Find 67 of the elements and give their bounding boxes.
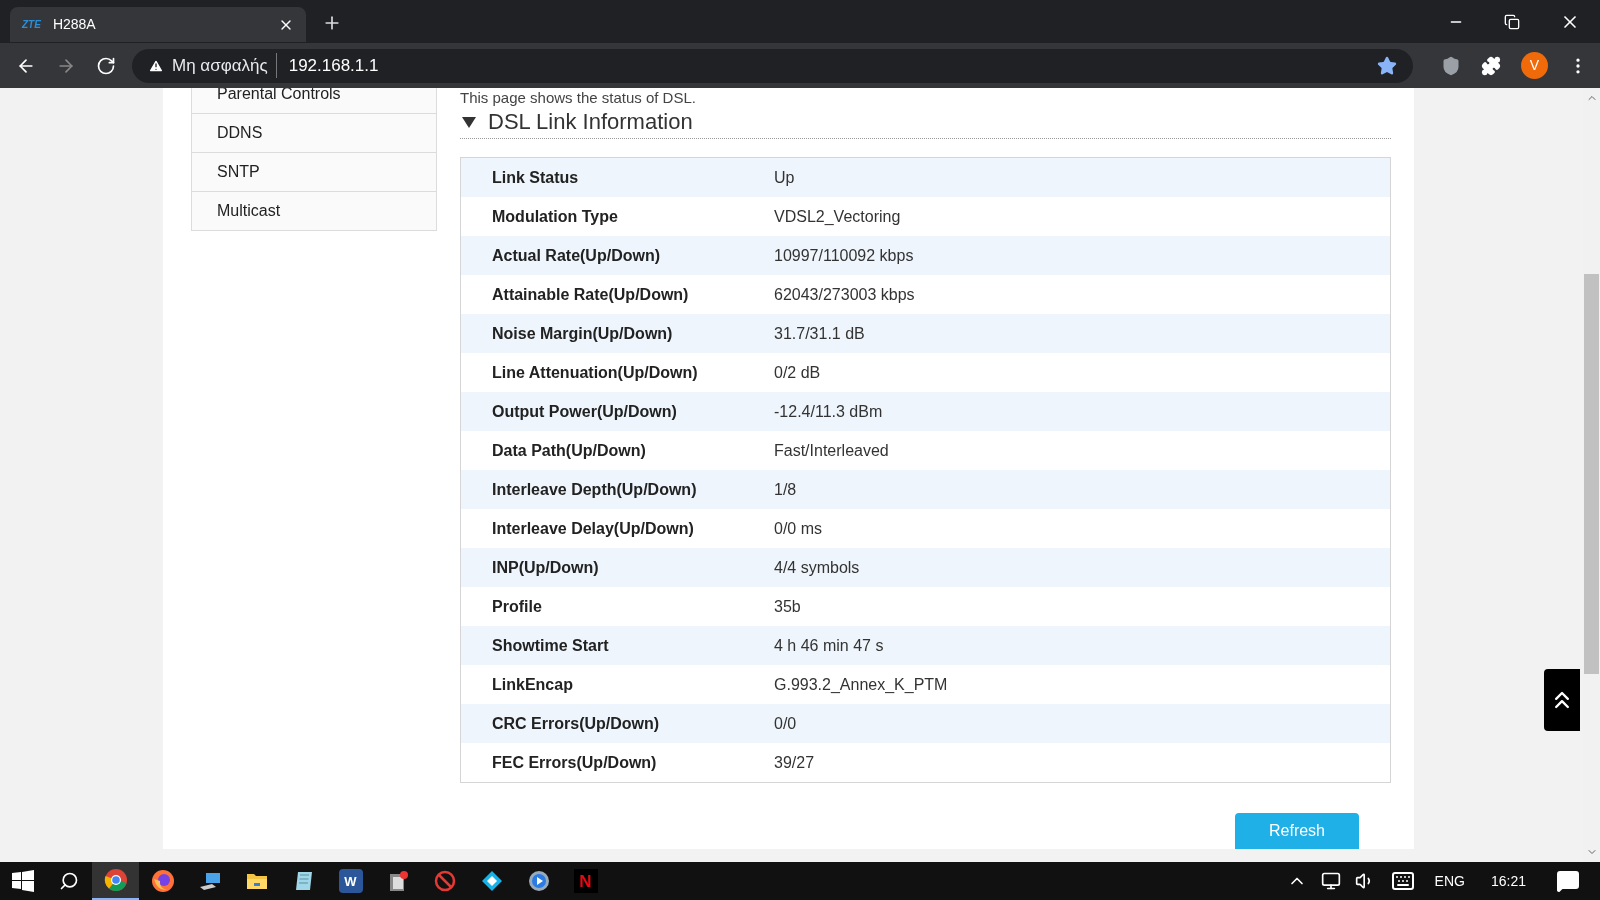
field-value: 39/27 — [774, 752, 815, 773]
field-label: Profile — [491, 596, 543, 617]
sidebar-item[interactable]: Parental Controls — [191, 88, 437, 114]
tab-favicon: ZTE — [22, 18, 41, 32]
tab-title: H288A — [52, 15, 97, 34]
address-bar[interactable]: Μη ασφαλής 192.168.1.1 — [132, 48, 1413, 83]
field-label: Output Power(Up/Down) — [491, 401, 678, 422]
field-label: Actual Rate(Up/Down) — [491, 245, 661, 266]
shield-icon[interactable] — [1441, 55, 1461, 76]
media-player-icon — [526, 869, 551, 893]
bookmark-star-icon[interactable] — [1377, 55, 1397, 76]
browser-tab[interactable]: ZTE H288A — [10, 7, 306, 42]
language-indicator[interactable]: ENG — [1434, 870, 1465, 892]
field-label: Interleave Delay(Up/Down) — [491, 518, 695, 539]
field-value: 1/8 — [774, 479, 797, 500]
security-label[interactable]: Μη ασφαλής — [172, 52, 277, 79]
field-label: Link Status — [491, 167, 580, 188]
search-icon[interactable] — [59, 871, 79, 891]
notifications-icon[interactable] — [1556, 869, 1580, 893]
field-value: -12.4/11.3 dBm — [774, 401, 883, 422]
scroll-to-top-button[interactable] — [1544, 669, 1580, 731]
field-value: 10997/110092 kbps — [774, 245, 914, 266]
field-value: G.993.2_Annex_K_PTM — [774, 674, 948, 695]
restore-icon[interactable] — [1504, 13, 1520, 30]
field-label: Noise Margin(Up/Down) — [491, 323, 674, 344]
field-value: 35b — [774, 596, 801, 617]
url-text: 192.168.1.1 — [288, 54, 380, 77]
field-value: 4/4 symbols — [774, 557, 860, 578]
section-header[interactable]: DSL Link Information — [460, 105, 1391, 139]
field-value: VDSL2_Vectoring — [774, 206, 901, 227]
field-value: Fast/Interleaved — [774, 440, 889, 461]
field-value: 62043/273003 kbps — [774, 284, 915, 305]
windows-start-icon[interactable] — [12, 870, 34, 892]
field-label: Attainable Rate(Up/Down) — [491, 284, 690, 305]
network-icon[interactable] — [1320, 871, 1341, 891]
field-value: 0/0 — [774, 713, 797, 734]
clock[interactable]: 16:21 — [1490, 870, 1526, 892]
chrome-icon — [103, 868, 128, 892]
taskbar-app[interactable]: W — [327, 862, 374, 900]
intro-text: This page shows the status of DSL. — [460, 88, 696, 108]
field-value: Up — [774, 167, 795, 188]
warning-icon — [148, 57, 164, 74]
sidebar-item[interactable]: DDNS — [191, 114, 437, 153]
collapse-triangle-icon — [462, 114, 476, 129]
taskbar-app[interactable]: N — [562, 862, 609, 900]
field-label: Showtime Start — [491, 635, 610, 656]
firefox-icon — [150, 869, 175, 893]
field-value: 0/0 ms — [774, 518, 822, 539]
field-value: 0/2 dB — [774, 362, 821, 383]
field-label: Modulation Type — [491, 206, 619, 227]
field-label: FEC Errors(Up/Down) — [491, 752, 658, 773]
sidebar-item[interactable]: SNTP — [191, 153, 437, 192]
field-value: 4 h 46 min 47 s — [774, 635, 884, 656]
field-value: 31.7/31.1 dB — [774, 323, 865, 344]
extensions-icon[interactable] — [1481, 55, 1501, 76]
field-label: Interleave Depth(Up/Down) — [491, 479, 698, 500]
sidebar-item[interactable]: Multicast — [191, 192, 437, 231]
field-label: CRC Errors(Up/Down) — [491, 713, 661, 734]
word-icon: W — [338, 869, 363, 893]
netflix-icon: N — [573, 869, 598, 893]
reload-icon[interactable] — [96, 55, 116, 76]
field-label: LinkEncap — [491, 674, 574, 695]
field-label: Line Attenuation(Up/Down) — [491, 362, 699, 383]
blocked-icon — [432, 869, 457, 893]
taskbar-app[interactable] — [92, 862, 139, 900]
field-label: Data Path(Up/Down) — [491, 440, 647, 461]
field-label: INP(Up/Down) — [491, 557, 600, 578]
